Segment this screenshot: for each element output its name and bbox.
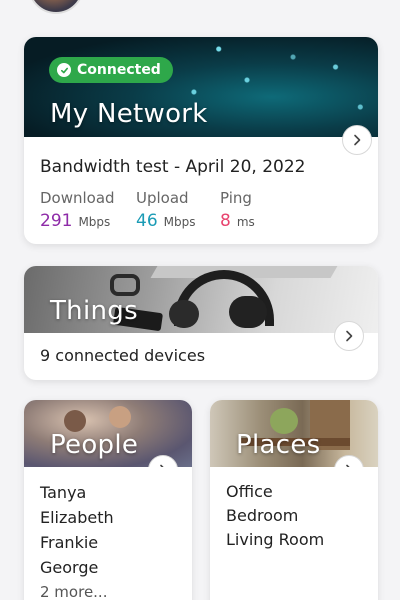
network-card[interactable]: Connected My Network Bandwidth test - Ap… [24, 37, 378, 244]
chevron-right-icon [346, 330, 353, 342]
person-item[interactable]: Elizabeth [40, 505, 114, 530]
place-item[interactable]: Living Room [226, 528, 324, 552]
people-list: Tanya Elizabeth Frankie George 2 more... [40, 480, 114, 600]
network-card-title: My Network [50, 99, 208, 129]
home-screen: Connected My Network Bandwidth test - Ap… [0, 0, 400, 600]
things-open-button[interactable] [334, 321, 364, 351]
ping-unit: ms [236, 215, 255, 229]
connected-status-badge: Connected [49, 57, 173, 83]
ping-value: 8 [220, 211, 231, 231]
upload-stat: Upload 46 Mbps [136, 189, 195, 231]
download-stat: Download 291 Mbps [40, 189, 115, 231]
upload-value: 46 [136, 211, 158, 231]
chevron-right-icon [160, 464, 164, 467]
upload-label: Upload [136, 189, 189, 207]
more-people-link[interactable]: 2 more... [40, 580, 114, 600]
bandwidth-test-title: Bandwidth test - April 20, 2022 [40, 157, 306, 177]
things-card-title: Things [50, 296, 138, 326]
place-item[interactable]: Bedroom [226, 504, 324, 528]
person-item[interactable]: Frankie [40, 530, 114, 555]
people-hero-image: People [24, 400, 192, 467]
connected-devices-count: 9 connected devices [40, 346, 206, 365]
things-hero-image: Things [24, 266, 378, 333]
places-hero-image: Places [210, 400, 378, 467]
download-unit: Mbps [78, 215, 111, 229]
network-hero-image: Connected My Network [24, 37, 378, 137]
person-item[interactable]: George [40, 555, 114, 580]
place-item[interactable]: Office [226, 480, 324, 504]
person-item[interactable]: Tanya [40, 480, 114, 505]
top-header [0, 0, 400, 16]
download-label: Download [40, 189, 115, 207]
places-card[interactable]: Places Office Bedroom Living Room [210, 400, 378, 600]
places-list: Office Bedroom Living Room [226, 480, 324, 552]
ping-stat: Ping 8 ms [220, 189, 255, 231]
things-card[interactable]: Things 9 connected devices [24, 266, 378, 380]
connected-status-label: Connected [77, 62, 161, 78]
check-circle-icon [57, 63, 71, 77]
people-card[interactable]: People Tanya Elizabeth Frankie George 2 … [24, 400, 192, 600]
upload-unit: Mbps [163, 215, 196, 229]
places-card-title: Places [236, 430, 321, 460]
network-open-button[interactable] [342, 125, 372, 155]
download-value: 291 [40, 211, 73, 231]
ping-label: Ping [220, 189, 252, 207]
avatar[interactable] [28, 0, 84, 14]
chevron-right-icon [354, 134, 361, 146]
people-open-button[interactable] [148, 455, 178, 467]
places-open-button[interactable] [334, 455, 364, 467]
people-card-title: People [50, 430, 139, 460]
chevron-right-icon [346, 464, 350, 467]
